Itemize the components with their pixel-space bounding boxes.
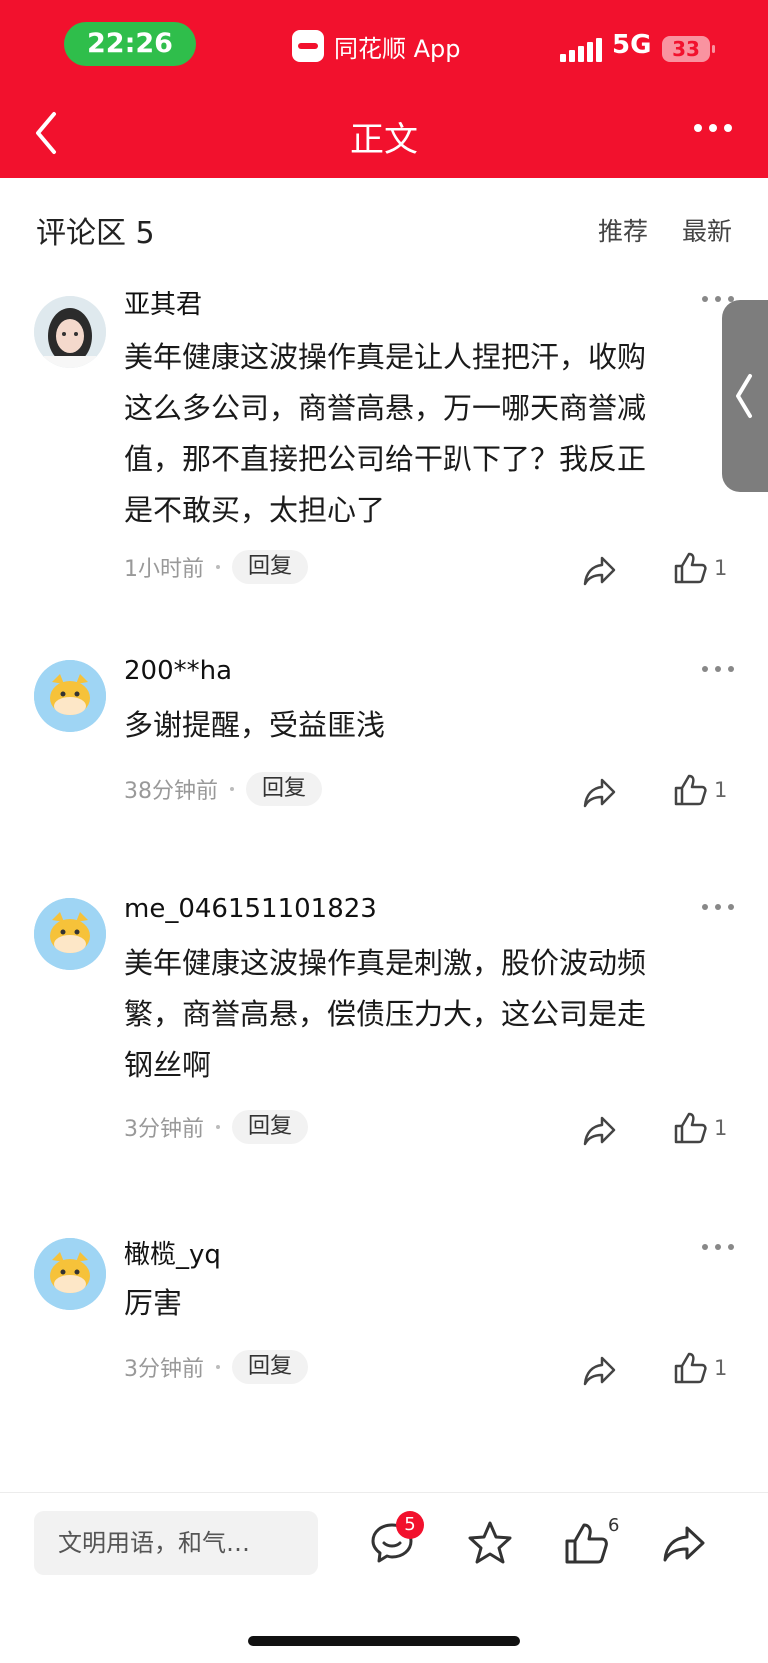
comment-username[interactable]: me_046151101823 bbox=[124, 894, 377, 924]
like-count: 1 bbox=[714, 1116, 728, 1140]
comment-item: 亚其君 美年健康这波操作真是让人捏把汗，收购 这么多公司，商誉高悬，万一哪天商誉… bbox=[0, 280, 768, 610]
user-avatar[interactable] bbox=[34, 1238, 106, 1310]
comment-line: 这么多公司，商誉高悬，万一哪天商誉减 bbox=[124, 391, 647, 425]
app-logo-icon bbox=[292, 30, 324, 62]
tab-recommended[interactable]: 推荐 bbox=[598, 212, 648, 248]
thumbs-up-icon bbox=[674, 552, 707, 584]
page-title: 正文 bbox=[350, 120, 418, 160]
share-icon[interactable] bbox=[660, 1519, 708, 1567]
comment-text: 美年健康这波操作真是让人捏把汗，收购 这么多公司，商誉高悬，万一哪天商誉减 值，… bbox=[124, 332, 722, 536]
comment-username[interactable]: 200**ha bbox=[124, 656, 232, 686]
status-time: 22:26 bbox=[64, 22, 196, 66]
comment-line: 美年健康这波操作真是让人捏把汗，收购 bbox=[124, 340, 647, 374]
comment-line: 钢丝啊 bbox=[124, 1048, 212, 1082]
comment-more-icon[interactable] bbox=[702, 1244, 734, 1250]
comment-item: 200**ha 多谢提醒，受益匪浅 38分钟前 回复 1 bbox=[0, 650, 768, 850]
comment-meta: 1小时前 回复 bbox=[124, 550, 309, 584]
signal-icon bbox=[560, 38, 602, 62]
comment-more-icon[interactable] bbox=[702, 904, 734, 910]
comment-text: 多谢提醒，受益匪浅 bbox=[124, 700, 722, 751]
comments-section-title: 评论区 5 bbox=[36, 216, 155, 251]
like-count: 1 bbox=[714, 556, 728, 580]
sort-tabs: 推荐 最新 bbox=[598, 212, 732, 248]
comment-username[interactable]: 亚其君 bbox=[124, 284, 202, 321]
like-action[interactable]: 1 bbox=[672, 1110, 727, 1146]
like-count: 1 bbox=[714, 1356, 728, 1380]
header-bar: 22:26 同花顺 App 5G 33 正文 bbox=[0, 0, 768, 178]
app-name: 同花顺 App bbox=[334, 34, 461, 63]
like-action[interactable]: 1 bbox=[672, 1350, 727, 1386]
share-icon[interactable] bbox=[580, 1110, 620, 1150]
reply-button[interactable]: 回复 bbox=[232, 1110, 309, 1144]
like-action[interactable]: 1 bbox=[672, 772, 727, 808]
user-avatar[interactable] bbox=[34, 296, 106, 368]
app-indicator: 同花顺 App bbox=[292, 28, 461, 64]
comment-line: 值，那不直接把公司给干趴下了？我反正 bbox=[124, 442, 647, 476]
comment-time: 3分钟前 bbox=[124, 1117, 204, 1142]
comment-line: 繁，商誉高悬，偿债压力大，这公司是走 bbox=[124, 997, 647, 1031]
battery-icon: 33 bbox=[662, 36, 715, 62]
chevron-left-icon bbox=[736, 374, 752, 418]
comment-line: 多谢提醒，受益匪浅 bbox=[124, 708, 386, 742]
comment-time: 3分钟前 bbox=[124, 1357, 204, 1382]
side-drawer-handle[interactable] bbox=[722, 300, 768, 492]
comment-count-badge: 5 bbox=[396, 1511, 424, 1539]
star-icon[interactable] bbox=[466, 1519, 514, 1567]
thumbs-up-icon bbox=[674, 1352, 707, 1384]
user-avatar[interactable] bbox=[34, 898, 106, 970]
comment-input[interactable]: 文明用语，和气… bbox=[34, 1511, 318, 1575]
comment-line: 是不敢买，太担心了 bbox=[124, 493, 386, 527]
share-icon[interactable] bbox=[580, 1350, 620, 1390]
like-action[interactable]: 1 bbox=[672, 550, 727, 586]
more-options-icon[interactable] bbox=[694, 124, 732, 132]
comment-username[interactable]: 橄榄_yq bbox=[124, 1234, 221, 1271]
comment-time: 1小时前 bbox=[124, 557, 204, 582]
comment-line: 美年健康这波操作真是刺激，股价波动频 bbox=[124, 946, 647, 980]
share-icon[interactable] bbox=[580, 550, 620, 590]
comment-text: 美年健康这波操作真是刺激，股价波动频 繁，商誉高悬，偿债压力大，这公司是走 钢丝… bbox=[124, 938, 722, 1091]
comment-time: 38分钟前 bbox=[124, 779, 218, 804]
comment-meta: 38分钟前 回复 bbox=[124, 772, 323, 806]
thumbs-up-icon bbox=[674, 1112, 707, 1144]
share-icon[interactable] bbox=[580, 772, 620, 812]
comment-line: 厉害 bbox=[124, 1286, 183, 1320]
home-indicator[interactable] bbox=[248, 1636, 520, 1646]
comment-meta: 3分钟前 回复 bbox=[124, 1110, 309, 1144]
network-type: 5G bbox=[612, 30, 652, 60]
thumbs-up-icon[interactable] bbox=[562, 1519, 610, 1567]
like-count: 1 bbox=[714, 778, 728, 802]
comment-item: me_046151101823 美年健康这波操作真是刺激，股价波动频 繁，商誉高… bbox=[0, 888, 768, 1168]
thumbs-up-icon bbox=[674, 774, 707, 806]
user-avatar[interactable] bbox=[34, 660, 106, 732]
reply-button[interactable]: 回复 bbox=[232, 550, 309, 584]
comment-item: 橄榄_yq 厉害 3分钟前 回复 1 bbox=[0, 1228, 768, 1428]
comment-text: 厉害 bbox=[124, 1278, 722, 1329]
comment-meta: 3分钟前 回复 bbox=[124, 1350, 309, 1384]
reply-button[interactable]: 回复 bbox=[246, 772, 323, 806]
like-total: 6 bbox=[608, 1515, 620, 1536]
comment-more-icon[interactable] bbox=[702, 666, 734, 672]
reply-button[interactable]: 回复 bbox=[232, 1350, 309, 1384]
tab-latest[interactable]: 最新 bbox=[682, 212, 732, 248]
